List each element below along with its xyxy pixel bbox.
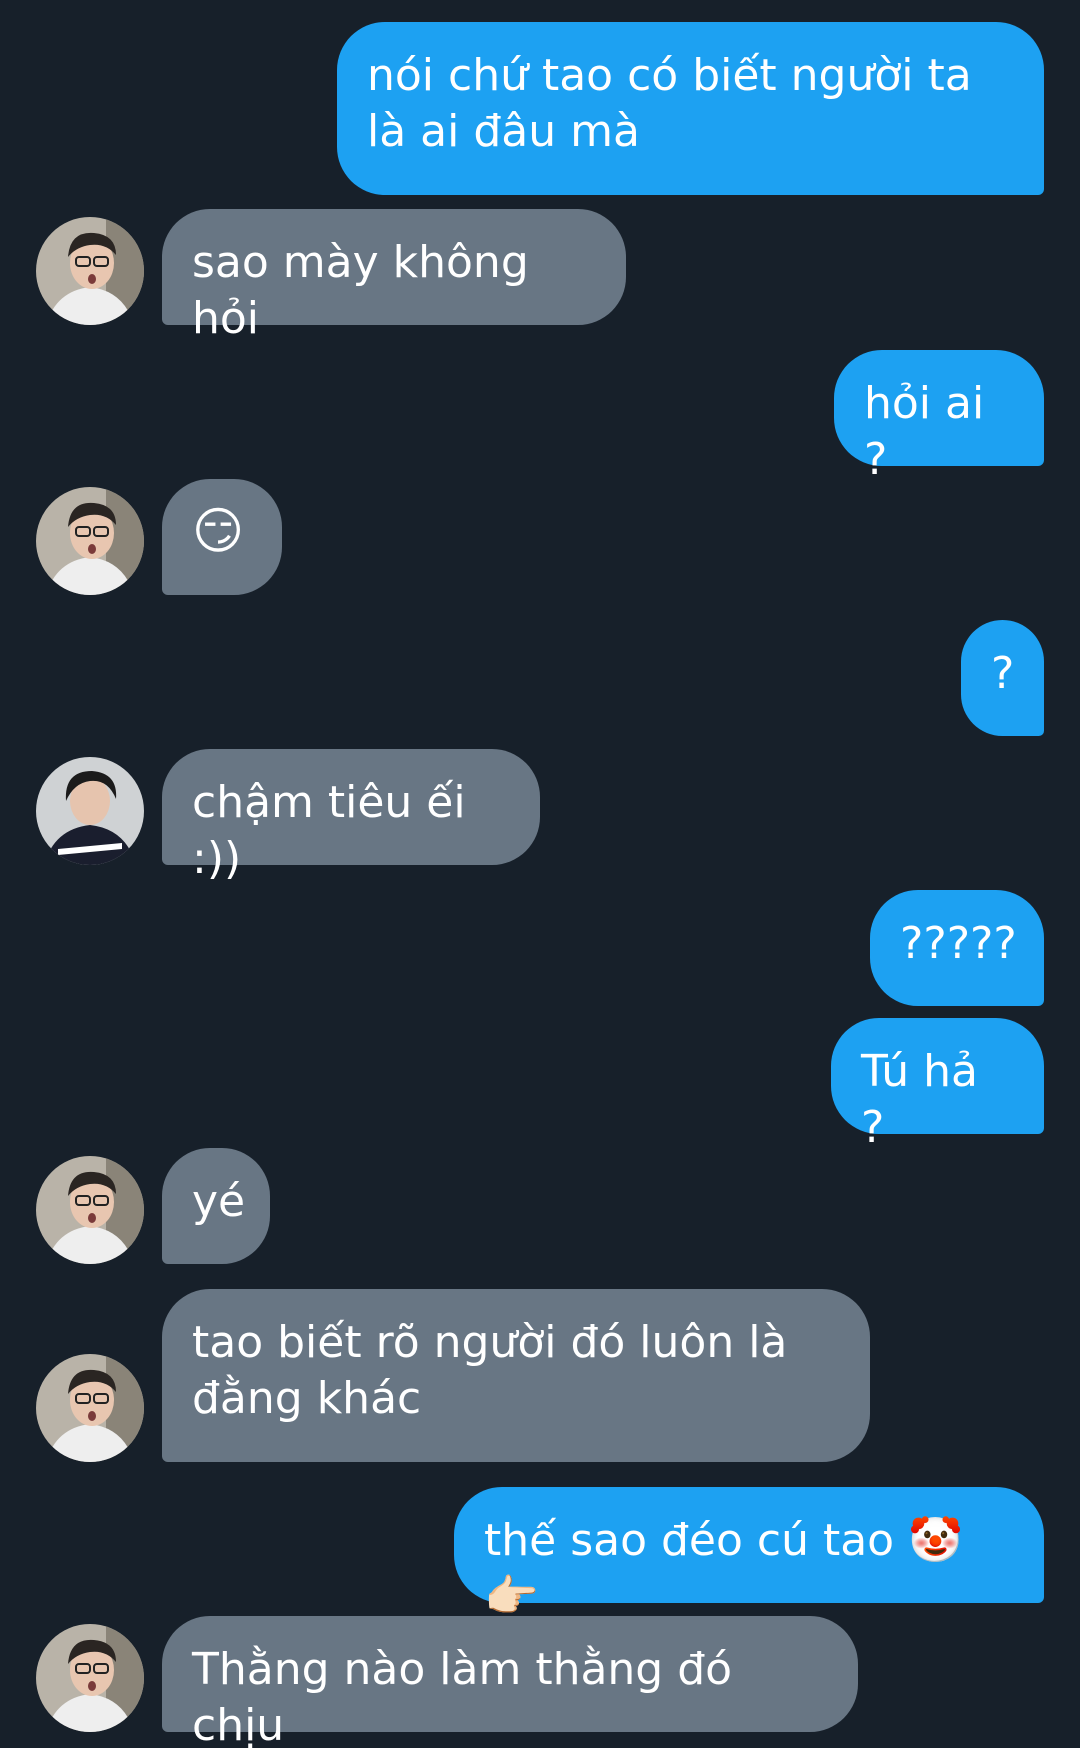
message-bubble-incoming[interactable]: chậm tiêu ếi :)) — [162, 749, 540, 884]
message-bubble-incoming[interactable]: sao mày không hỏi — [162, 209, 626, 344]
message-text: tao biết rõ người đó luôn là đằng khác — [192, 1317, 788, 1424]
avatar[interactable] — [36, 217, 144, 325]
message-text: sao mày không hỏi — [192, 237, 529, 344]
message-text: hỏi ai ? — [864, 378, 985, 485]
message-text: ????? — [900, 918, 1017, 969]
message-bubble-incoming[interactable]: yé — [162, 1148, 270, 1264]
message-text: ? — [991, 648, 1015, 699]
message-bubble-incoming[interactable]: 😏 — [162, 479, 282, 595]
message-text: thế sao đéo cú tao 🤡👉🏻 — [484, 1515, 963, 1622]
chat-thread: nói chứ tao có biết người ta là ai đâu m… — [0, 0, 1080, 1748]
avatar[interactable] — [36, 1156, 144, 1264]
avatar[interactable] — [36, 487, 144, 595]
message-text: yé — [192, 1176, 246, 1227]
message-bubble-incoming[interactable]: tao biết rõ người đó luôn là đằng khác — [162, 1289, 870, 1462]
message-bubble-outgoing[interactable]: hỏi ai ? — [834, 350, 1044, 485]
message-bubble-outgoing[interactable]: ? — [961, 620, 1044, 736]
message-text: 😏 — [192, 502, 245, 560]
message-text: nói chứ tao có biết người ta là ai đâu m… — [367, 50, 972, 157]
message-text: Thằng nào làm thằng đó chịu — [192, 1644, 733, 1748]
message-bubble-outgoing[interactable]: ????? — [870, 890, 1044, 1006]
message-text: Tú hả ? — [861, 1046, 978, 1153]
avatar[interactable] — [36, 757, 144, 865]
message-bubble-outgoing[interactable]: nói chứ tao có biết người ta là ai đâu m… — [337, 22, 1044, 195]
avatar[interactable] — [36, 1354, 144, 1462]
message-bubble-incoming[interactable]: Thằng nào làm thằng đó chịu — [162, 1616, 858, 1748]
message-text: chậm tiêu ếi :)) — [192, 777, 466, 884]
message-bubble-outgoing[interactable]: thế sao đéo cú tao 🤡👉🏻 — [454, 1487, 1044, 1622]
avatar[interactable] — [36, 1624, 144, 1732]
message-bubble-outgoing[interactable]: Tú hả ? — [831, 1018, 1044, 1153]
